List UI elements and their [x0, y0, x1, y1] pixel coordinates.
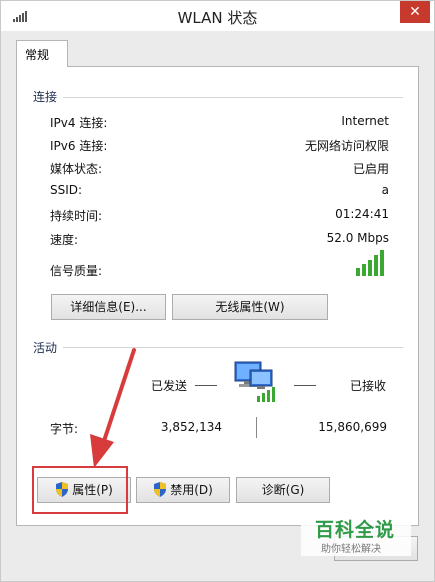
sent-dash — [195, 385, 217, 386]
bytes-received-value: 15,860,699 — [318, 420, 387, 434]
bytes-sent-value: 3,852,134 — [160, 420, 222, 434]
disable-label: 禁用(D) — [170, 483, 213, 497]
duration-value: 01:24:41 — [335, 207, 389, 221]
annotation-arrow — [90, 348, 136, 468]
speed-value: 52.0 Mbps — [326, 231, 389, 245]
speed-label: 速度: — [50, 233, 79, 247]
tab-general-label: 常规 — [25, 48, 50, 62]
disable-button[interactable]: 禁用(D) — [136, 477, 230, 503]
activity-group-title: 活动 — [33, 341, 58, 355]
watermark-title: 百科全说 — [315, 519, 396, 541]
received-dash — [294, 385, 316, 386]
wlan-status-window: WLAN 状态 ✕ 常规 连接 IPv4 连接: Internet IPv6 连… — [0, 0, 435, 582]
media-state-label: 媒体状态: — [50, 162, 103, 176]
general-panel: 连接 IPv4 连接: Internet IPv6 连接: 无网络访问权限 媒体… — [16, 66, 419, 526]
received-label: 已接收 — [350, 379, 387, 393]
network-computers-icon — [234, 361, 275, 402]
window-title: WLAN 状态 — [177, 9, 258, 27]
watermark-subtitle: 助你轻松解决 — [321, 544, 381, 555]
details-button[interactable]: 详细信息(E)... — [51, 294, 166, 320]
signal-strength-icon — [356, 250, 384, 276]
bytes-label: 字节: — [50, 422, 79, 436]
close-button[interactable]: ✕ — [400, 1, 430, 23]
uac-shield-icon — [154, 482, 167, 497]
ipv6-label: IPv6 连接: — [50, 139, 108, 153]
duration-label: 持续时间: — [50, 209, 103, 223]
title-bar[interactable]: WLAN 状态 ✕ — [1, 1, 434, 31]
ipv6-value: 无网络访问权限 — [304, 139, 389, 153]
watermark: 百科全说 助你轻松解决 — [301, 511, 411, 556]
ipv4-value: Internet — [341, 114, 389, 128]
diagnose-button[interactable]: 诊断(G) — [236, 477, 330, 503]
wireless-properties-button[interactable]: 无线属性(W) — [172, 294, 328, 320]
ssid-label: SSID: — [50, 183, 83, 197]
sent-label: 已发送 — [151, 379, 188, 393]
tab-general[interactable]: 常规 — [16, 40, 68, 67]
ssid-value: a — [381, 183, 389, 197]
close-icon: ✕ — [409, 4, 421, 20]
annotation-highlight-box — [32, 466, 128, 514]
bytes-divider — [256, 417, 257, 438]
media-state-value: 已启用 — [352, 162, 389, 176]
signal-quality-label: 信号质量: — [50, 264, 103, 278]
ipv4-label: IPv4 连接: — [50, 116, 108, 130]
connection-rows: IPv4 连接: Internet IPv6 连接: 无网络访问权限 媒体状态:… — [17, 67, 389, 287]
